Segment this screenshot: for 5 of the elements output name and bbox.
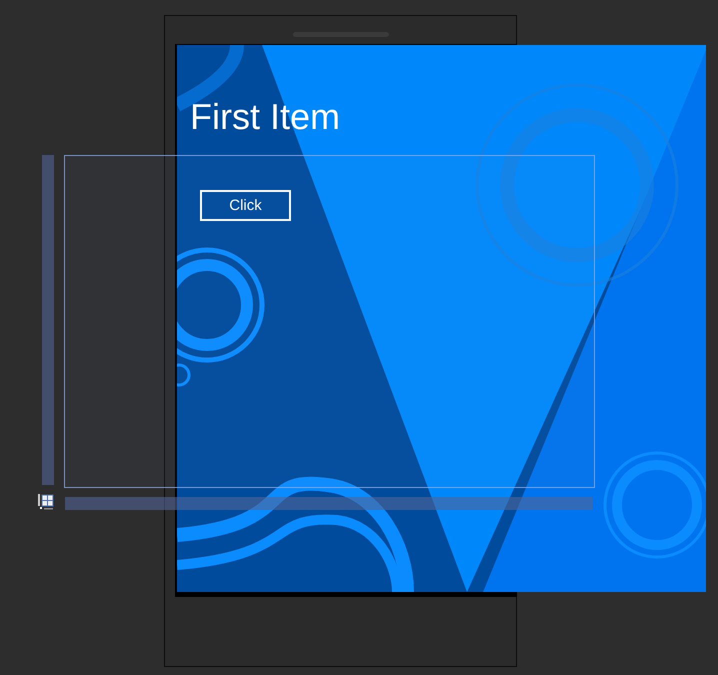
row-rail[interactable] [42, 155, 54, 485]
grid-icon[interactable] [38, 494, 54, 510]
column-rail[interactable] [65, 497, 593, 510]
click-button[interactable]: Click [200, 190, 291, 221]
page-title: First Item [190, 96, 340, 138]
